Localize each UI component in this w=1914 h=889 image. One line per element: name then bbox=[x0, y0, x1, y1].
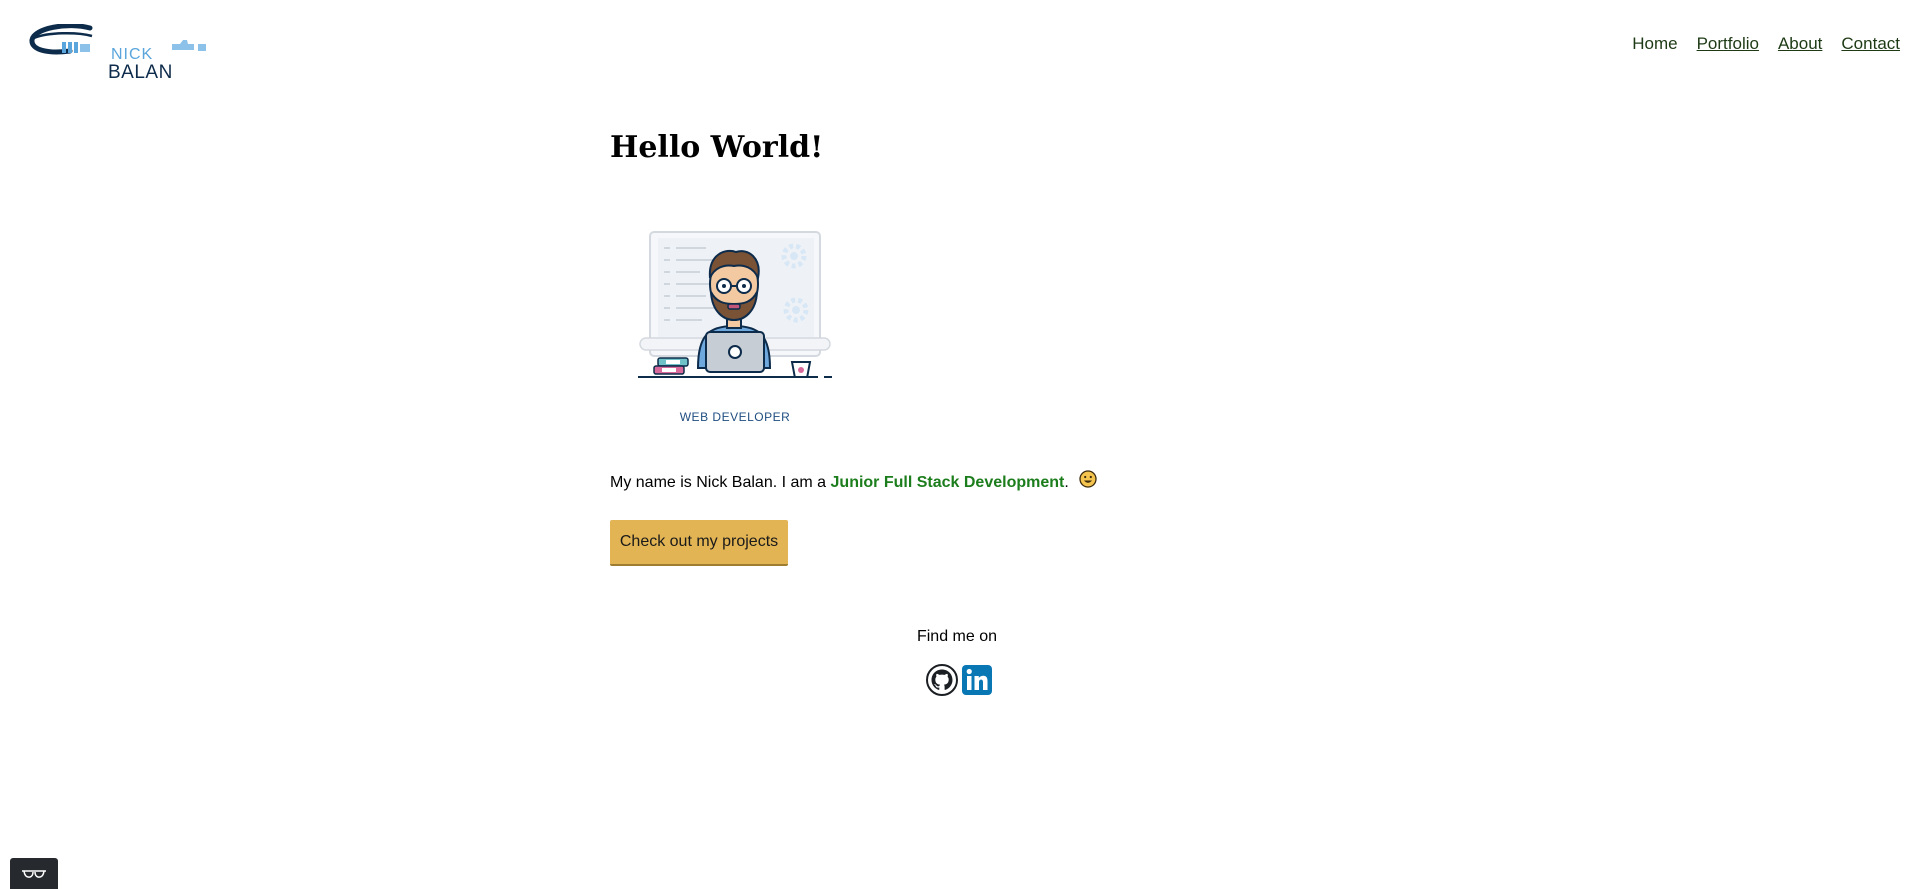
find-me-heading: Find me on bbox=[916, 628, 998, 645]
nav-portfolio-link[interactable]: Portfolio bbox=[1697, 34, 1759, 54]
developer-illustration-icon bbox=[638, 231, 832, 379]
intro-text: My name is Nick Balan. I am a Junior Ful… bbox=[610, 470, 1097, 496]
illustration-caption: WEB DEVELOPER bbox=[679, 410, 791, 424]
nav-contact-link[interactable]: Contact bbox=[1841, 34, 1900, 54]
intro-prefix: My name is Nick Balan. I am a bbox=[610, 474, 831, 492]
glasses-icon bbox=[22, 869, 46, 878]
main-nav: Home Portfolio About Contact bbox=[1632, 34, 1900, 54]
nav-home-link[interactable]: Home bbox=[1632, 34, 1677, 54]
smiling-face-icon bbox=[1079, 470, 1097, 496]
page-title: Hello World! bbox=[610, 130, 824, 165]
site-logo[interactable]: NICK BALAN bbox=[28, 23, 214, 84]
role-highlight: Junior Full Stack Development bbox=[830, 474, 1065, 492]
github-icon[interactable] bbox=[926, 664, 958, 696]
accessibility-toggle-button[interactable] bbox=[10, 858, 58, 889]
nav-about-link[interactable]: About bbox=[1778, 34, 1822, 54]
logo-last-name: BALAN bbox=[108, 62, 173, 83]
check-projects-button[interactable]: Check out my projects bbox=[610, 520, 788, 566]
linkedin-icon[interactable] bbox=[961, 664, 993, 696]
web-developer-illustration bbox=[636, 226, 834, 379]
intro-suffix: . bbox=[1064, 474, 1069, 492]
social-links bbox=[926, 664, 993, 696]
